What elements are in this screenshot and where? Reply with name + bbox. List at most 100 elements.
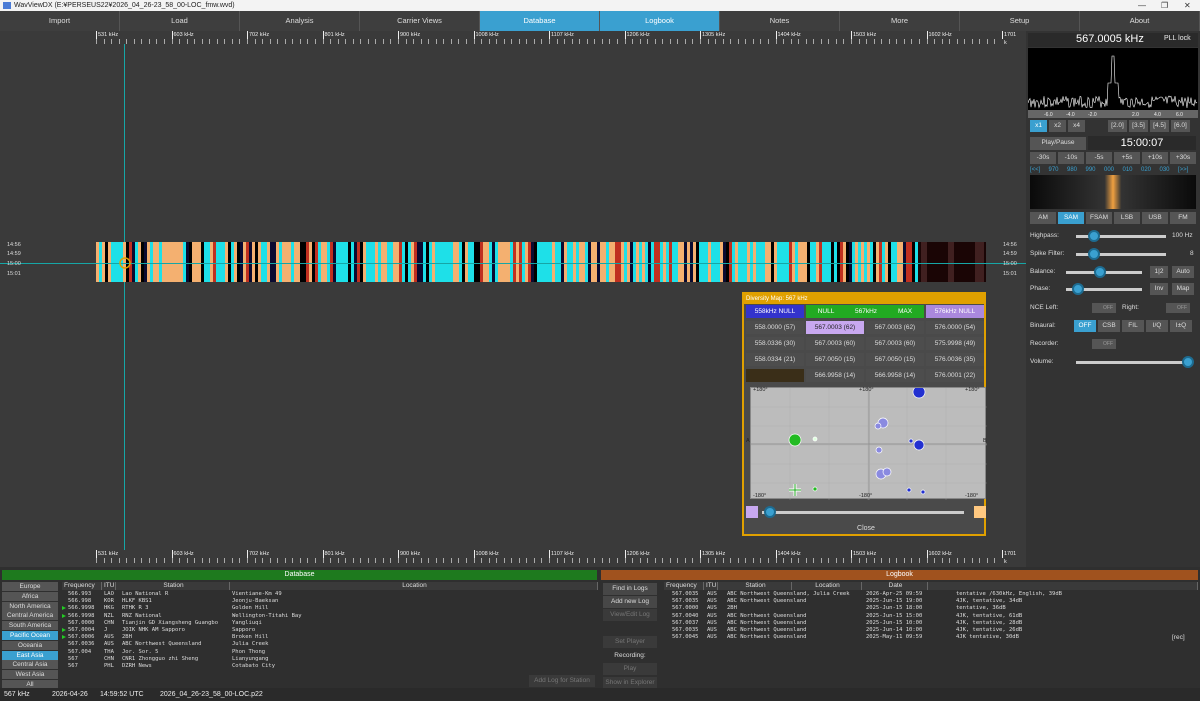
diversity-cell[interactable]: 558.0336 (30): [746, 337, 804, 350]
diversity-cell[interactable]: 567.0003 (60): [866, 337, 924, 350]
logbook-row-frequency[interactable]: 567.0045: [672, 634, 699, 641]
header-null[interactable]: NULL: [806, 305, 846, 318]
db-row-station[interactable]: RNZ National: [122, 613, 162, 620]
logbook-set-playerbutton[interactable]: Set Player: [603, 636, 657, 648]
diversity-cell[interactable]: 566.9958 (14): [866, 369, 924, 382]
binaural-button[interactable]: I±Q: [1170, 320, 1192, 332]
logbook-row-date[interactable]: 2025-Jun-15 18:00: [866, 605, 922, 612]
diversity-cell[interactable]: 576.0001 (22): [926, 369, 984, 382]
region-oceania[interactable]: Oceania: [2, 640, 58, 650]
phase-invert-button[interactable]: Inv: [1150, 283, 1168, 295]
time-scale-label[interactable]: 030: [1160, 167, 1170, 173]
binaural-button[interactable]: OFF: [1074, 320, 1096, 332]
db-row-station[interactable]: ABC Northwest Queensland: [122, 641, 201, 648]
db-row-location[interactable]: Jeonju-Baeksan: [232, 598, 278, 605]
logbook-row-date[interactable]: 2026-Apr-25 09:59: [866, 591, 922, 598]
db-row-station[interactable]: Jor. Sor. 5: [122, 649, 158, 656]
header-576-null[interactable]: 576kHz NULL: [926, 305, 984, 318]
logbook-row-date[interactable]: 2025-Jun-14 10:00: [866, 627, 922, 634]
logbook-row-station[interactable]: ABC Northwest Queensland: [727, 627, 806, 634]
logbook-column[interactable]: ITU: [704, 582, 718, 590]
logbook-row-frequency[interactable]: 567.0037: [672, 620, 699, 627]
logbook-row-notes[interactable]: 4JK, tentative, 34dB: [956, 598, 1022, 605]
db-row-frequency[interactable]: 567.0006: [68, 634, 95, 641]
time-scale-label[interactable]: 000: [1104, 167, 1114, 173]
db-row-itu[interactable]: CHN: [104, 656, 114, 663]
db-row-station[interactable]: HLKF KBS1: [122, 598, 152, 605]
logbook-row-station[interactable]: ABC Northwest Queensland: [727, 613, 806, 620]
diversity-cell[interactable]: 576.0036 (35): [926, 353, 984, 366]
db-row-location[interactable]: Sapporo: [232, 627, 255, 634]
diversity-cell[interactable]: 566.9958 (14): [806, 369, 864, 382]
db-row-location[interactable]: Golden Hill: [232, 605, 268, 612]
logbook-row-date[interactable]: 2025-Jun-15 19:00: [866, 598, 922, 605]
region-central-america[interactable]: Central America: [2, 611, 58, 621]
close-button[interactable]: Close: [746, 523, 986, 535]
logbook-row-frequency[interactable]: 567.0035: [672, 598, 699, 605]
diversity-cell[interactable]: 567.0003 (62): [806, 321, 864, 334]
diversity-plot[interactable]: +180° +180° +180° -180° -180° -180° A B: [746, 387, 987, 500]
highpass-knob[interactable]: [1088, 230, 1100, 242]
zoom-x2-button[interactable]: x2: [1049, 120, 1066, 132]
balance-knob[interactable]: [1094, 266, 1106, 278]
logbook-column[interactable]: Station: [718, 582, 792, 590]
db-row-station[interactable]: RTHK R 3: [122, 605, 149, 612]
logbook-row-itu[interactable]: AUS: [707, 591, 717, 598]
mode-sam-button[interactable]: SAM: [1058, 212, 1084, 224]
logbook-column[interactable]: Location: [792, 582, 862, 590]
db-row-station[interactable]: 2BH: [122, 634, 132, 641]
balance-1-2-button[interactable]: 1|2: [1150, 266, 1168, 278]
mini-spectrum[interactable]: -6.0 -4.0 -2.0 2.0 4.0 6.0: [1028, 48, 1198, 118]
logbook-column[interactable]: Date: [862, 582, 928, 590]
db-row-frequency[interactable]: 566.9998: [68, 613, 95, 620]
menu-setup[interactable]: Setup: [960, 11, 1080, 31]
minimize-button[interactable]: —: [1138, 0, 1146, 11]
diversity-cell[interactable]: 576.0000 (54): [926, 321, 984, 334]
header-567[interactable]: 567kHz: [846, 305, 886, 318]
time-scale-label[interactable]: 990: [1086, 167, 1096, 173]
menu-database[interactable]: Database: [480, 11, 600, 31]
logbook-column[interactable]: [928, 582, 1198, 590]
logbook-row-station[interactable]: 2BH: [727, 605, 737, 612]
db-row-station[interactable]: JOIK NHK AM Sapporo: [122, 627, 185, 634]
db-row-location[interactable]: Julia Creek: [232, 641, 268, 648]
menu-more[interactable]: More: [840, 11, 960, 31]
logbook-row-itu[interactable]: AUS: [707, 613, 717, 620]
spike-filter-knob[interactable]: [1088, 248, 1100, 260]
db-row-itu[interactable]: AUS: [104, 634, 114, 641]
header-558-null[interactable]: 558kHz NULL: [746, 305, 804, 318]
time-scale-label[interactable]: [>>]: [1178, 167, 1188, 173]
logbook-row-itu[interactable]: AUS: [707, 605, 717, 612]
logbook-playbutton[interactable]: Play: [603, 663, 657, 675]
bandwidth-button[interactable]: [6.0]: [1171, 120, 1190, 132]
db-row-itu[interactable]: PHL: [104, 663, 114, 670]
diversity-mix-slider[interactable]: [746, 504, 986, 520]
volume-slider[interactable]: [1076, 361, 1188, 364]
db-row-frequency[interactable]: 567.0000: [68, 620, 95, 627]
logbook-row-frequency[interactable]: 567.0035: [672, 627, 699, 634]
logbook-row-date[interactable]: 2025-Jun-15 15:00: [866, 613, 922, 620]
binaural-button[interactable]: FIL: [1122, 320, 1144, 332]
logbook-row-itu[interactable]: AUS: [707, 598, 717, 605]
region-pacific-ocean[interactable]: Pacific Ocean: [2, 631, 58, 640]
nce-right-toggle[interactable]: OFF: [1166, 303, 1190, 313]
menu-notes[interactable]: Notes: [720, 11, 840, 31]
balance-auto-button[interactable]: Auto: [1172, 266, 1194, 278]
region-north-america[interactable]: North America: [2, 601, 58, 611]
logbook-row-notes[interactable]: 4JK, tentative, 28dB: [956, 620, 1022, 627]
db-row-location[interactable]: Vientiane-Km 49: [232, 591, 282, 598]
logbook-row-station[interactable]: ABC Northwest Queensland: [727, 634, 806, 641]
logbook-row-frequency[interactable]: 567.0040: [672, 613, 699, 620]
logbook-view-edit-logbutton[interactable]: View/Edit Log: [603, 609, 657, 621]
waterfall-strip[interactable]: [96, 242, 986, 282]
diversity-cell[interactable]: [746, 369, 804, 382]
carrier-waterfall[interactable]: [1030, 175, 1196, 209]
maximize-button[interactable]: ❐: [1161, 0, 1168, 11]
db-row-location[interactable]: Yangliuqi: [232, 620, 262, 627]
region-west-asia[interactable]: West Asia: [2, 670, 58, 680]
logbook-row-notes[interactable]: tentative /630kHz, English, 39dB: [956, 591, 1062, 598]
diversity-cell[interactable]: 558.0334 (21): [746, 353, 804, 366]
seek-button[interactable]: -10s: [1058, 152, 1084, 164]
time-scale-label[interactable]: 020: [1141, 167, 1151, 173]
region-africa[interactable]: Africa: [2, 591, 58, 601]
